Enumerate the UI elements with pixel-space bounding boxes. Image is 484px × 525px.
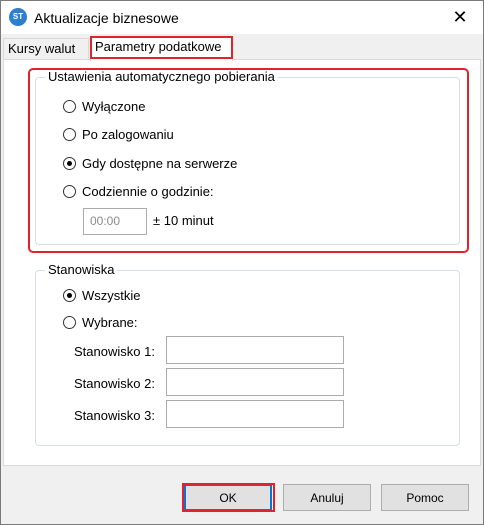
help-button[interactable]: Pomoc bbox=[381, 484, 469, 511]
workstation-2-input[interactable] bbox=[166, 368, 344, 396]
radio-circle-checked[interactable] bbox=[63, 157, 76, 170]
title-bar: ST Aktualizacje biznesowe ✕ bbox=[1, 1, 483, 34]
radio-gdy-dostepne[interactable]: Gdy dostępne na serwerze bbox=[63, 156, 237, 171]
radio-circle[interactable] bbox=[63, 100, 76, 113]
radio-label: Wybrane: bbox=[82, 315, 138, 330]
close-icon[interactable]: ✕ bbox=[437, 1, 483, 34]
radio-wybrane[interactable]: Wybrane: bbox=[63, 315, 138, 330]
radio-codziennie[interactable]: Codziennie o godzinie: bbox=[63, 184, 214, 199]
radio-wszystkie[interactable]: Wszystkie bbox=[63, 288, 141, 303]
radio-label: Po zalogowaniu bbox=[82, 127, 174, 142]
time-input[interactable]: 00:00 bbox=[83, 208, 147, 235]
radio-circle[interactable] bbox=[63, 316, 76, 329]
workstation-2-label: Stanowisko 2: bbox=[74, 376, 155, 391]
app-icon: ST bbox=[9, 8, 27, 26]
workstation-3-label: Stanowisko 3: bbox=[74, 408, 155, 423]
tab-kursy-walut[interactable]: Kursy walut bbox=[3, 38, 89, 60]
radio-wylaczone[interactable]: Wyłączone bbox=[63, 99, 145, 114]
dialog-window: ST Aktualizacje biznesowe ✕ Kursy walut … bbox=[0, 0, 484, 525]
radio-label: Wszystkie bbox=[82, 288, 141, 303]
workstation-1-label: Stanowisko 1: bbox=[74, 344, 155, 359]
tab-parametry-podatkowe[interactable]: Parametry podatkowe bbox=[90, 36, 233, 61]
radio-circle[interactable] bbox=[63, 185, 76, 198]
window-title: Aktualizacje biznesowe bbox=[34, 10, 179, 26]
workstation-1-input[interactable] bbox=[166, 336, 344, 364]
tolerance-label: ± 10 minut bbox=[153, 213, 214, 228]
radio-label: Codziennie o godzinie: bbox=[82, 184, 214, 199]
radio-label: Wyłączone bbox=[82, 99, 146, 114]
radio-po-zalogowaniu[interactable]: Po zalogowaniu bbox=[63, 127, 174, 142]
workstation-3-input[interactable] bbox=[166, 400, 344, 428]
workstations-group-title: Stanowiska bbox=[45, 262, 118, 277]
radio-circle-checked[interactable] bbox=[63, 289, 76, 302]
tab-panel: Ustawienia automatycznego pobierania Wył… bbox=[3, 59, 481, 466]
auto-download-group-title: Ustawienia automatycznego pobierania bbox=[45, 69, 278, 84]
ok-button[interactable]: OK bbox=[184, 484, 272, 511]
radio-label: Gdy dostępne na serwerze bbox=[82, 156, 238, 171]
radio-circle[interactable] bbox=[63, 128, 76, 141]
cancel-button[interactable]: Anuluj bbox=[283, 484, 371, 511]
